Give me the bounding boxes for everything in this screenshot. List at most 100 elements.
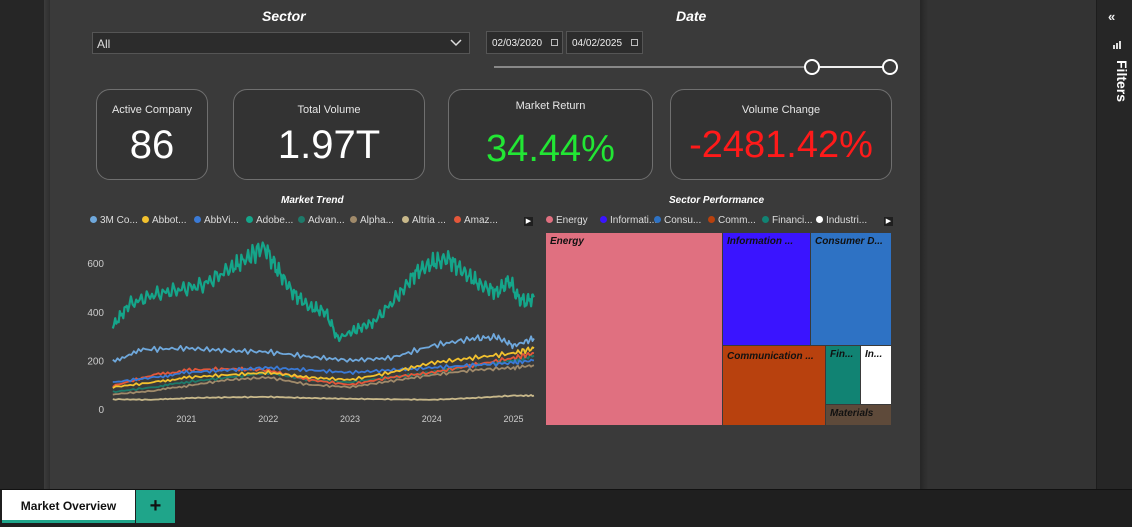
y-tick-label: 200 xyxy=(87,356,104,367)
market-trend-title: Market Trend xyxy=(281,195,344,206)
legend-swatch xyxy=(546,216,553,223)
treemap-label: Energy xyxy=(550,236,584,247)
sector-dropdown[interactable]: All xyxy=(92,32,470,54)
legend-label: Informati... xyxy=(610,215,658,226)
legend-swatch xyxy=(246,216,253,223)
end-date-value: 04/02/2025 xyxy=(572,38,623,49)
sector-slicer-title: Sector xyxy=(262,8,306,24)
date-range-end-handle[interactable] xyxy=(882,59,898,75)
treemap-cell-materials[interactable]: Materials xyxy=(825,404,892,426)
legend-label: Industri... xyxy=(826,215,868,226)
market-trend-legend-item[interactable]: Advan... xyxy=(298,215,345,226)
legend-label: Consu... xyxy=(664,215,702,226)
calendar-icon[interactable] xyxy=(631,39,638,46)
add-page-button[interactable]: + xyxy=(136,490,175,523)
sector-legend-item[interactable]: Energy xyxy=(546,215,588,226)
date-range-fill xyxy=(812,66,890,68)
treemap-cell-consumer[interactable]: Consumer D... xyxy=(810,232,892,346)
legend-swatch xyxy=(816,216,823,223)
active-company-value: 86 xyxy=(129,123,175,167)
sector-dropdown-value: All xyxy=(97,37,111,51)
sector-legend-item[interactable]: Consu... xyxy=(654,215,701,226)
right-gutter-edge xyxy=(920,0,928,489)
calendar-icon[interactable] xyxy=(551,39,558,46)
market-trend-legend-item[interactable]: Amaz... xyxy=(454,215,498,226)
expand-filters-icon[interactable]: « xyxy=(1108,9,1115,24)
legend-label: Comm... xyxy=(718,215,756,226)
sector-performance-legend: Energy Informati... Consu... Comm... Financi… xyxy=(546,215,881,229)
treemap-label: Communication ... xyxy=(727,351,814,362)
market-trend-chart[interactable]: 0 200 400 600 2021 2022 2023 2024 2025 xyxy=(78,232,538,428)
series-line[interactable] xyxy=(111,241,535,343)
legend-label: Advan... xyxy=(308,215,345,226)
market-return-value: 34.44% xyxy=(486,128,615,170)
start-date-value: 02/03/2020 xyxy=(492,38,543,49)
treemap-label: Materials xyxy=(830,408,874,419)
x-tick-label: 2025 xyxy=(504,414,524,424)
legend-label: Adobe... xyxy=(256,215,294,226)
right-gutter xyxy=(920,0,1096,489)
market-trend-legend-item[interactable]: Alpha... xyxy=(350,215,394,226)
market-trend-legend: 3M Co... Abbot... AbbVi... Adobe... Advan...… xyxy=(90,215,520,229)
legend-label: AbbVi... xyxy=(204,215,239,226)
total-volume-card: Total Volume 1.97T xyxy=(233,89,425,180)
legend-label: Altria ... xyxy=(412,215,446,226)
legend-swatch xyxy=(350,216,357,223)
treemap-label: Fin... xyxy=(830,349,854,360)
legend-label: Financi... xyxy=(772,215,813,226)
sector-legend-item[interactable]: Comm... xyxy=(708,215,756,226)
x-tick-label: 2021 xyxy=(176,414,196,424)
legend-label: Abbot... xyxy=(152,215,187,226)
market-trend-legend-item[interactable]: Abbot... xyxy=(142,215,186,226)
treemap-cell-industrials[interactable]: In... xyxy=(860,345,892,405)
volume-change-value: -2481.42% xyxy=(689,124,873,166)
treemap-cell-energy[interactable]: Energy xyxy=(545,232,723,426)
legend-swatch xyxy=(402,216,409,223)
legend-swatch xyxy=(454,216,461,223)
date-range-start-handle[interactable] xyxy=(804,59,820,75)
market-return-label: Market Return xyxy=(515,100,586,112)
series-line[interactable] xyxy=(112,394,535,402)
legend-label: 3M Co... xyxy=(100,215,138,226)
treemap-label: Consumer D... xyxy=(815,236,883,247)
sector-legend-item[interactable]: Informati... xyxy=(600,215,657,226)
x-tick-label: 2023 xyxy=(340,414,360,424)
date-slicer-title: Date xyxy=(676,8,707,24)
treemap-cell-financials[interactable]: Fin... xyxy=(825,345,861,405)
filters-label[interactable]: Filters xyxy=(1114,60,1130,102)
legend-label: Amaz... xyxy=(464,215,498,226)
start-date-input[interactable]: 02/03/2020 xyxy=(486,31,563,54)
end-date-input[interactable]: 04/02/2025 xyxy=(566,31,643,54)
active-company-card: Active Company 86 xyxy=(96,89,208,180)
legend-label: Alpha... xyxy=(360,215,394,226)
sector-legend-item[interactable]: Financi... xyxy=(762,215,813,226)
sector-legend-item[interactable]: Industri... xyxy=(816,215,867,226)
legend-swatch xyxy=(194,216,201,223)
market-trend-legend-item[interactable]: Adobe... xyxy=(246,215,293,226)
legend-swatch xyxy=(298,216,305,223)
legend-next-arrow-icon[interactable]: ▶ xyxy=(884,217,893,226)
x-tick-label: 2024 xyxy=(422,414,442,424)
legend-swatch xyxy=(654,216,661,223)
x-tick-label: 2022 xyxy=(258,414,278,424)
tab-market-overview[interactable]: Market Overview xyxy=(2,490,135,523)
volume-change-label: Volume Change xyxy=(741,104,821,116)
sector-performance-title: Sector Performance xyxy=(669,195,765,206)
y-tick-label: 0 xyxy=(98,405,104,416)
market-trend-legend-item[interactable]: AbbVi... xyxy=(194,215,239,226)
legend-next-arrow-icon[interactable]: ▶ xyxy=(524,217,533,226)
treemap-cell-information[interactable]: Information ... xyxy=(722,232,811,346)
volume-change-card: Volume Change -2481.42% xyxy=(670,89,892,180)
market-trend-legend-item[interactable]: Altria ... xyxy=(402,215,446,226)
total-volume-value: 1.97T xyxy=(277,123,381,167)
legend-swatch xyxy=(600,216,607,223)
y-tick-label: 400 xyxy=(87,308,104,319)
legend-swatch xyxy=(142,216,149,223)
market-trend-legend-item[interactable]: 3M Co... xyxy=(90,215,138,226)
filter-icon xyxy=(1113,41,1121,49)
legend-swatch xyxy=(762,216,769,223)
treemap-cell-communication[interactable]: Communication ... xyxy=(722,345,826,426)
legend-swatch xyxy=(90,216,97,223)
chevron-down-icon xyxy=(450,39,462,47)
treemap-label: In... xyxy=(865,349,883,360)
